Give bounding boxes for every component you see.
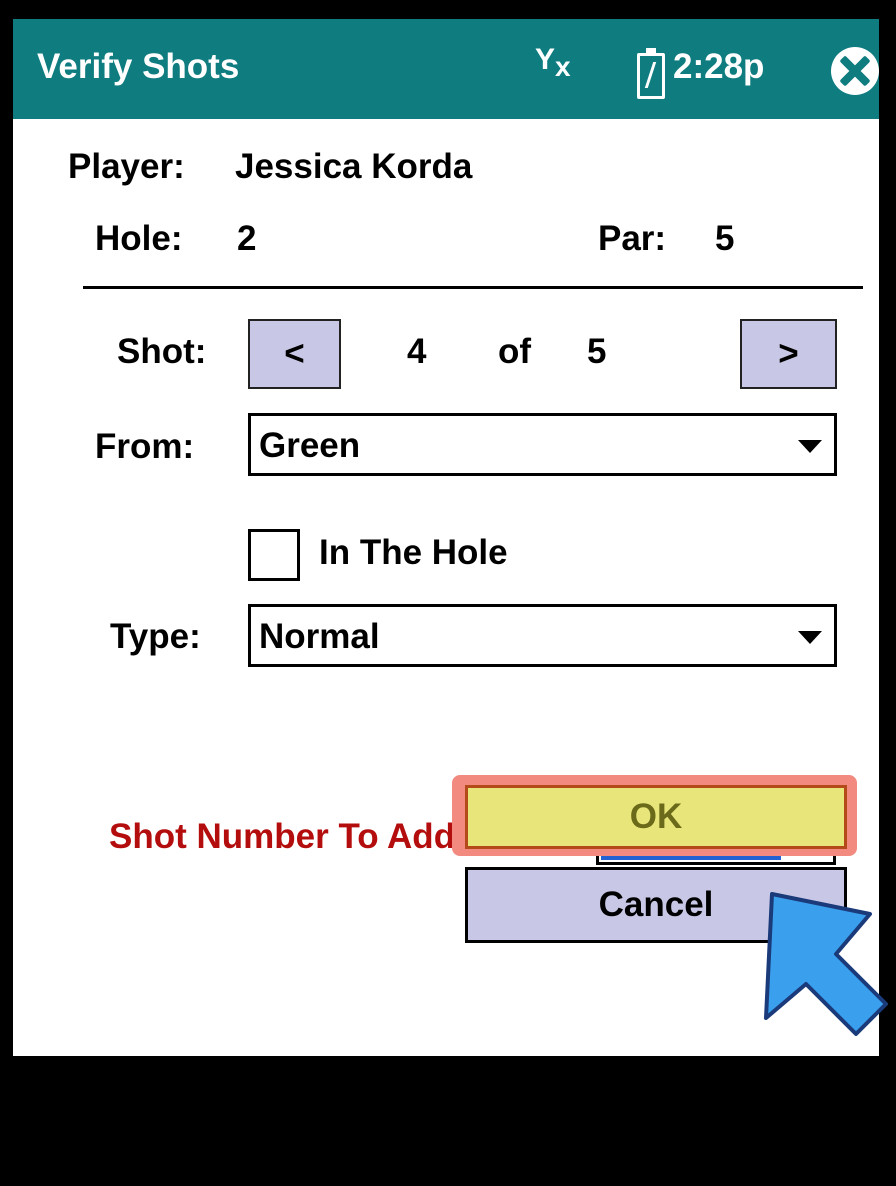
- window-title: Verify Shots: [37, 47, 240, 86]
- next-shot-button[interactable]: >: [740, 319, 837, 389]
- previous-shot-button[interactable]: <: [248, 319, 341, 389]
- shot-of: of: [498, 332, 532, 371]
- type-label: Type:: [110, 617, 201, 656]
- player-label: Player:: [68, 147, 185, 186]
- in-the-hole-label: In The Hole: [319, 533, 508, 572]
- pointer-arrow-icon: [764, 892, 888, 1036]
- divider: [83, 286, 863, 289]
- shot-total: 5: [587, 332, 607, 371]
- in-the-hole-checkbox[interactable]: [248, 529, 300, 581]
- from-value: Green: [259, 426, 361, 465]
- type-dropdown[interactable]: Normal: [248, 604, 837, 667]
- hole-label: Hole:: [95, 219, 183, 258]
- shot-label: Shot:: [117, 332, 207, 371]
- par-label: Par:: [598, 219, 667, 258]
- title-bar: Verify Shots Yx 2:28p: [13, 19, 879, 119]
- from-dropdown[interactable]: Green: [248, 413, 837, 476]
- close-icon[interactable]: [831, 47, 879, 95]
- type-value: Normal: [259, 617, 380, 656]
- signal-icon: Yx: [535, 43, 571, 82]
- chevron-down-icon: [798, 440, 822, 453]
- player-name: Jessica Korda: [235, 147, 473, 186]
- chevron-down-icon: [798, 631, 822, 644]
- battery-icon: [637, 48, 665, 99]
- par-value: 5: [715, 219, 735, 258]
- clock: 2:28p: [673, 47, 765, 86]
- hole-value: 2: [237, 219, 257, 258]
- shot-current: 4: [407, 332, 427, 371]
- shot-number-label: Shot Number To Add:: [109, 817, 467, 856]
- from-label: From:: [95, 427, 195, 466]
- ok-button[interactable]: OK: [465, 785, 847, 849]
